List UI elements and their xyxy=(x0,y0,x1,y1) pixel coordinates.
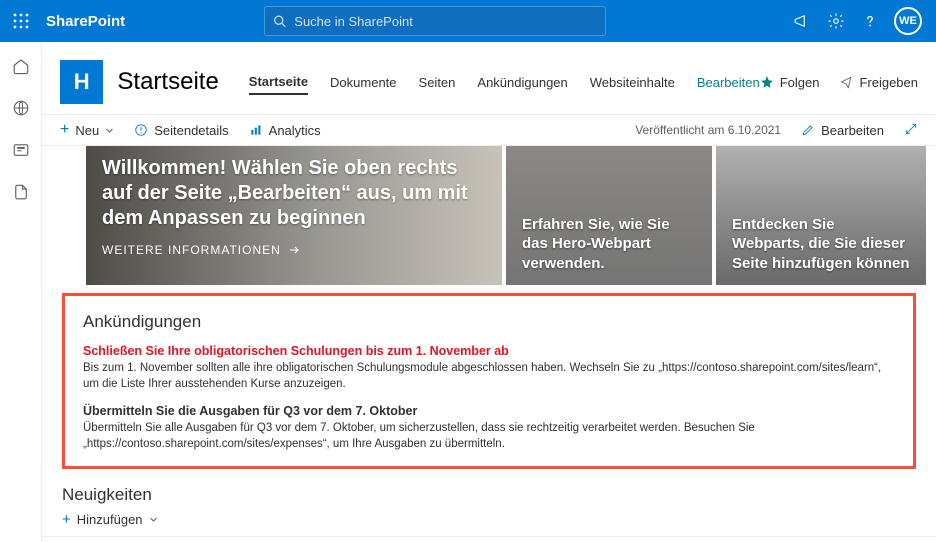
news-heading: Neuigkeiten xyxy=(42,479,936,505)
news-icon[interactable] xyxy=(11,140,31,160)
expand-icon[interactable] xyxy=(904,122,918,139)
avatar[interactable]: WE xyxy=(894,7,922,35)
analytics-label: Analytics xyxy=(269,123,321,138)
search-box[interactable] xyxy=(265,7,605,35)
follow-button[interactable]: Folgen xyxy=(760,75,820,90)
nav-bearbeiten[interactable]: Bearbeiten xyxy=(697,71,760,94)
announcement-title: Schließen Sie Ihre obligatorischen Schul… xyxy=(83,344,895,358)
hero-tile3-text: Entdecken Sie Webparts, die Sie dieser S… xyxy=(732,215,910,274)
nav-websiteinhalte[interactable]: Websiteinhalte xyxy=(590,71,675,94)
nav-seiten[interactable]: Seiten xyxy=(419,71,456,94)
brand-text: SharePoint xyxy=(42,13,125,30)
page-details-button[interactable]: Seitendetails xyxy=(134,123,228,138)
files-icon[interactable] xyxy=(11,182,31,202)
hero-tile-2[interactable]: Erfahren Sie, wie Sie das Hero-Webpart v… xyxy=(506,146,712,285)
hero-main-cta[interactable]: WEITERE INFORMATIONEN xyxy=(102,243,486,257)
new-label: Neu xyxy=(75,123,99,138)
announcements-heading: Ankündigungen xyxy=(83,312,895,332)
home-icon[interactable] xyxy=(11,56,31,76)
share-label: Freigeben xyxy=(859,75,918,90)
globe-icon[interactable] xyxy=(11,98,31,118)
nav-dokumente[interactable]: Dokumente xyxy=(330,71,396,94)
megaphone-icon[interactable] xyxy=(792,11,812,31)
news-add-button[interactable]: + Hinzufügen xyxy=(42,505,936,537)
top-nav: Startseite Dokumente Seiten Ankündigunge… xyxy=(249,70,760,95)
hero-main-title: Willkommen! Wählen Sie oben rechts auf d… xyxy=(102,156,486,231)
share-button[interactable]: Freigeben xyxy=(839,75,918,90)
site-title: Startseite xyxy=(117,68,218,96)
announcement-item: Schließen Sie Ihre obligatorischen Schul… xyxy=(83,344,895,392)
app-launcher-icon[interactable] xyxy=(0,0,42,42)
nav-startseite[interactable]: Startseite xyxy=(249,70,308,95)
hero-tile-3[interactable]: Entdecken Sie Webparts, die Sie dieser S… xyxy=(716,146,926,285)
announcement-title: Übermitteln Sie die Ausgaben für Q3 vor … xyxy=(83,404,895,418)
follow-label: Folgen xyxy=(780,75,820,90)
published-text: Veröffentlicht am 6.10.2021 xyxy=(635,123,781,137)
new-button[interactable]: +Neu xyxy=(60,121,114,139)
search-input[interactable] xyxy=(294,14,597,29)
announcement-body: Bis zum 1. November sollten alle ihre ob… xyxy=(83,360,895,392)
gear-icon[interactable] xyxy=(826,11,846,31)
analytics-button[interactable]: Analytics xyxy=(249,123,321,138)
hero-tile2-text: Erfahren Sie, wie Sie das Hero-Webpart v… xyxy=(522,215,696,274)
hero-tile-main[interactable]: Willkommen! Wählen Sie oben rechts auf d… xyxy=(86,146,502,285)
announcement-item: Übermitteln Sie die Ausgaben für Q3 vor … xyxy=(83,404,895,452)
site-logo: H xyxy=(60,60,103,104)
help-icon[interactable] xyxy=(860,11,880,31)
edit-label: Bearbeiten xyxy=(821,123,884,138)
page-details-label: Seitendetails xyxy=(154,123,228,138)
news-add-label: Hinzufügen xyxy=(77,512,143,527)
nav-ankundigungen[interactable]: Ankündigungen xyxy=(477,71,567,94)
edit-page-button[interactable]: Bearbeiten xyxy=(801,123,884,138)
announcements-section: Ankündigungen Schließen Sie Ihre obligat… xyxy=(62,293,916,469)
announcement-body: Übermitteln Sie alle Ausgaben für Q3 vor… xyxy=(83,420,895,452)
